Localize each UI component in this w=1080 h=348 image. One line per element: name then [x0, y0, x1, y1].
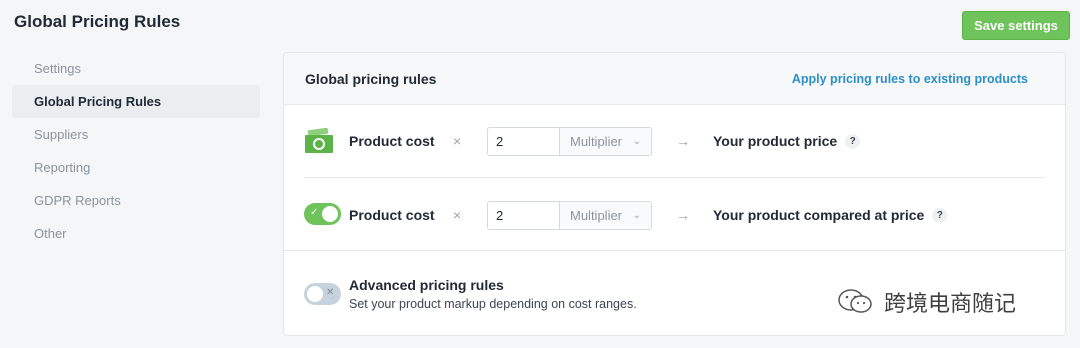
card-header: Global pricing rules Apply pricing rules…	[284, 53, 1065, 105]
check-icon: ✓	[310, 207, 319, 218]
sidebar-item-other[interactable]: Other	[12, 217, 260, 250]
help-icon[interactable]: ?	[932, 207, 948, 223]
watermark-text: 跨境电商随记	[884, 292, 1017, 317]
advanced-pricing-title: Advanced pricing rules	[349, 277, 504, 293]
wechat-icon	[838, 289, 872, 313]
sidebar-item-suppliers[interactable]: Suppliers	[12, 118, 260, 151]
watermark: 跨境电商随记	[836, 286, 1016, 318]
pricing-rule-row: ✓ Product cost × Multiplier ⌄ → Your pro…	[284, 179, 1065, 251]
product-cost-label: Product cost	[349, 207, 435, 223]
result-text: Your product price	[713, 133, 838, 149]
sidebar-item-gdpr-reports[interactable]: GDPR Reports	[12, 184, 260, 217]
arrow-right-icon: →	[676, 133, 690, 149]
multiplier-group: Multiplier ⌄	[487, 200, 652, 230]
card-title: Global pricing rules	[305, 70, 437, 87]
toggle-knob	[307, 286, 323, 302]
apply-rules-link[interactable]: Apply pricing rules to existing products	[792, 72, 1028, 86]
result-text: Your product compared at price	[713, 207, 925, 223]
advanced-pricing-toggle[interactable]: ✕	[304, 283, 341, 305]
arrow-right-icon: →	[676, 207, 690, 223]
multiplier-select[interactable]: Multiplier ⌄	[560, 201, 651, 229]
divider	[304, 177, 1045, 178]
chevron-down-icon: ⌄	[632, 209, 641, 221]
toggle-knob	[322, 206, 338, 222]
multiplier-select-label: Multiplier	[570, 207, 623, 223]
times-icon: ×	[453, 207, 462, 223]
chevron-down-icon: ⌄	[632, 135, 641, 147]
advanced-pricing-description: Set your product markup depending on cos…	[349, 297, 637, 311]
multiplier-select-label: Multiplier	[570, 133, 623, 149]
x-icon: ✕	[326, 287, 335, 298]
sidebar-nav: Settings Global Pricing Rules Suppliers …	[12, 52, 260, 250]
result-label: Your product compared at price ?	[713, 207, 948, 223]
compare-price-toggle[interactable]: ✓	[304, 203, 341, 225]
multiplier-value-input[interactable]	[488, 201, 560, 229]
multiplier-group: Multiplier ⌄	[487, 126, 652, 156]
sidebar-item-settings[interactable]: Settings	[12, 52, 260, 85]
multiplier-value-input[interactable]	[488, 127, 560, 155]
multiplier-select[interactable]: Multiplier ⌄	[560, 127, 651, 155]
sidebar-item-reporting[interactable]: Reporting	[12, 151, 260, 184]
save-settings-button[interactable]: Save settings	[962, 11, 1070, 40]
times-icon: ×	[453, 133, 462, 149]
money-icon	[305, 128, 333, 153]
pricing-rule-row: Product cost × Multiplier ⌄ → Your produ…	[284, 105, 1065, 177]
sidebar-item-global-pricing-rules[interactable]: Global Pricing Rules	[12, 85, 260, 118]
page-title: Global Pricing Rules	[14, 12, 181, 31]
help-icon[interactable]: ?	[845, 133, 861, 149]
product-cost-label: Product cost	[349, 133, 435, 149]
result-label: Your product price ?	[713, 133, 861, 149]
